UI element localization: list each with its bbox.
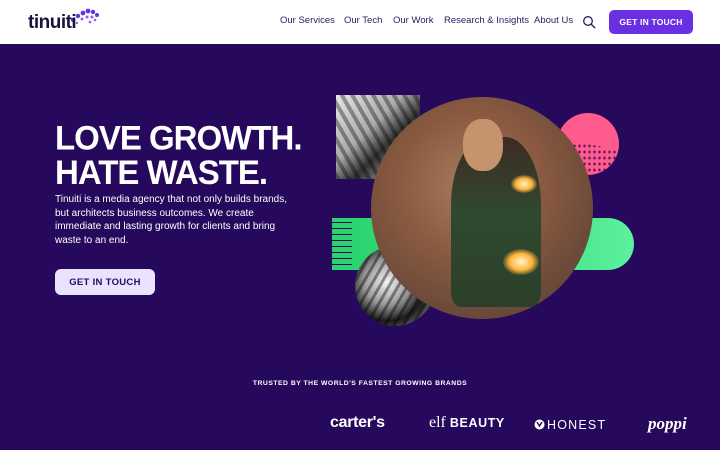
hero-collage [300, 80, 680, 350]
brand-logo-poppi: poppi [648, 414, 687, 433]
light-flare [503, 249, 539, 275]
nav-research-insights[interactable]: Research & Insights [444, 15, 529, 26]
brand-logo-honest: HONEST [534, 418, 606, 432]
honest-emblem-icon [534, 419, 545, 430]
brand-logo-carters: carter's [330, 414, 385, 431]
logo-text: tinuiti [28, 12, 77, 33]
hero-get-in-touch-button[interactable]: GET IN TOUCH [55, 269, 155, 295]
brand-beauty-text: BEAUTY [449, 416, 505, 430]
singer-head [463, 119, 503, 171]
light-flare [511, 175, 537, 193]
brand-elf-text: elf [429, 414, 446, 431]
nav-our-tech[interactable]: Our Tech [344, 15, 382, 26]
singer-photo-circle [371, 97, 593, 319]
trusted-brands-heading: TRUSTED BY THE WORLD'S FASTEST GROWING B… [252, 380, 468, 387]
nav-about-us[interactable]: About Us [534, 15, 573, 26]
tinuiti-logo[interactable]: tinuiti [28, 6, 100, 36]
hero-title: LOVE GROWTH. HATE WASTE. [55, 120, 302, 189]
nav-our-work[interactable]: Our Work [393, 15, 433, 26]
brand-logo-elf-beauty: elf BEAUTY [429, 414, 505, 432]
hero-title-line-2: HATE WASTE. [55, 152, 268, 192]
hero-title-line-1: LOVE GROWTH. [55, 117, 302, 157]
brand-honest-text: HONEST [547, 418, 607, 432]
hero-description: Tinuiti is a media agency that not only … [55, 194, 287, 246]
nav-our-services[interactable]: Our Services [280, 15, 335, 26]
search-icon[interactable] [582, 15, 596, 29]
header-get-in-touch-button[interactable]: GET IN TOUCH [609, 10, 693, 34]
site-header: tinuiti Our Services Our Tech Our Work R… [0, 0, 720, 44]
